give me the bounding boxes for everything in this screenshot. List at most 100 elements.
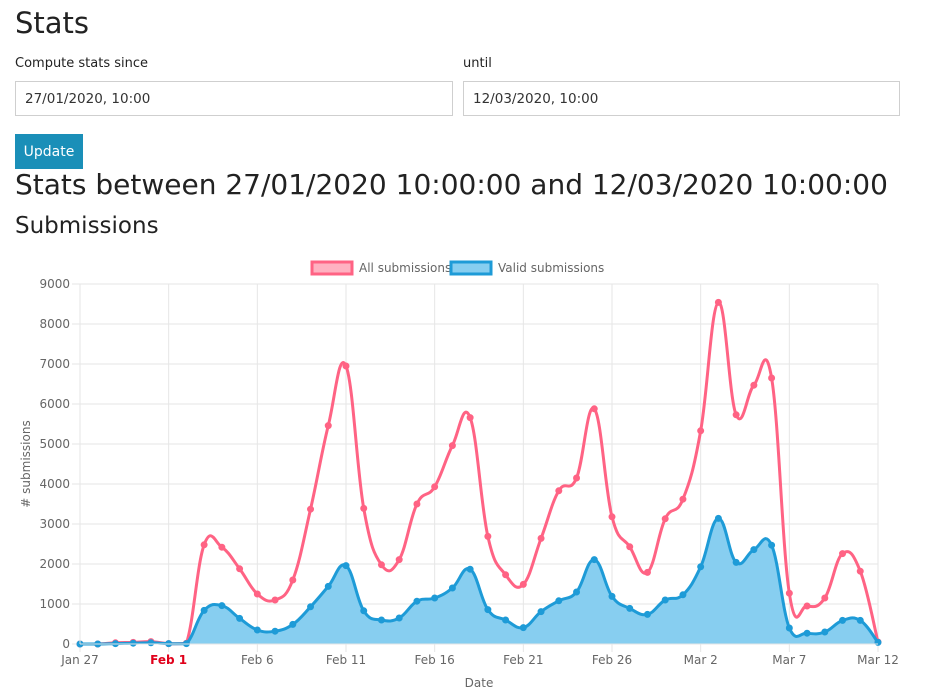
valid-submissions-point [590, 556, 598, 564]
all-submissions-point [732, 411, 740, 419]
x-tick-label: Jan 27 [60, 653, 99, 667]
valid-submissions-point [750, 546, 758, 554]
all-submissions-point [768, 374, 776, 382]
valid-submissions-point [147, 639, 155, 647]
valid-submissions-point [466, 565, 474, 573]
y-tick-label: 4000 [39, 477, 70, 491]
all-submissions-point [519, 580, 527, 588]
valid-submissions-point [573, 588, 581, 596]
all-submissions-point [555, 487, 563, 495]
valid-submissions-point [502, 616, 510, 624]
valid-submissions-point [608, 592, 616, 600]
valid-submissions-point [821, 628, 829, 636]
valid-submissions-point [395, 614, 403, 622]
valid-submissions-point [519, 624, 527, 632]
valid-submissions-point [537, 608, 545, 616]
all-submissions-point [200, 541, 208, 549]
all-submissions-point [750, 381, 758, 389]
valid-submissions-point [839, 616, 847, 624]
valid-submissions-legend-swatch [449, 260, 493, 276]
valid-submissions-area [80, 518, 878, 644]
valid-submissions-point [643, 610, 651, 618]
y-tick-label: 2000 [39, 557, 70, 571]
submissions-chart: 0 1000 2000 3000 4000 5000 6000 7000 8000 9000 Jan… [0, 252, 926, 696]
valid-submissions-point [626, 604, 634, 612]
all-submissions-point [856, 567, 864, 575]
all-submissions-point [466, 414, 474, 422]
y-tick-label: 8000 [39, 317, 70, 331]
valid-submissions-point [307, 603, 315, 611]
y-tick-label: 7000 [39, 357, 70, 371]
y-tick-label: 0 [62, 637, 70, 651]
valid-submissions-point [413, 597, 421, 605]
x-tick-label: Mar 2 [684, 653, 718, 667]
valid-submissions-point [129, 639, 137, 647]
x-tick-label: Feb 26 [592, 653, 632, 667]
valid-submissions-point [484, 606, 492, 614]
all-submissions-point [431, 483, 439, 491]
range-heading: Stats between 27/01/2020 10:00:00 and 12… [15, 168, 888, 201]
y-tick-label: 6000 [39, 397, 70, 411]
all-submissions-point [821, 594, 829, 602]
x-tick-label: Feb 11 [326, 653, 366, 667]
all-submissions-point [679, 495, 687, 503]
all-submissions-point [413, 500, 421, 508]
all-submissions-point [218, 543, 226, 551]
valid-submissions-point [377, 616, 385, 624]
until-input[interactable] [463, 81, 900, 116]
valid-submissions-point [271, 627, 279, 635]
valid-submissions-point [200, 606, 208, 614]
page-title: Stats [15, 6, 90, 40]
all-submissions-point [608, 513, 616, 521]
all-submissions-point [307, 505, 315, 513]
valid-submissions-point [661, 596, 669, 604]
all-submissions-point [236, 565, 244, 573]
all-submissions-point [714, 298, 722, 306]
all-submissions-point [484, 532, 492, 540]
valid-submissions-point [431, 594, 439, 602]
all-submissions-point [643, 568, 651, 576]
all-submissions-point [573, 474, 581, 482]
valid-submissions-point [856, 616, 864, 624]
valid-submissions-point [289, 620, 297, 628]
y-tick-label: 5000 [39, 437, 70, 451]
all-submissions-point [395, 556, 403, 564]
valid-submissions-point [555, 597, 563, 605]
valid-submissions-point [732, 558, 740, 566]
all-submissions-point [661, 515, 669, 523]
submissions-heading: Submissions [15, 213, 159, 239]
all-submissions-legend-swatch [310, 260, 354, 276]
all-submissions-point [590, 405, 598, 413]
y-tick-label: 3000 [39, 517, 70, 531]
valid-submissions-point [360, 607, 368, 615]
since-input[interactable] [15, 81, 453, 116]
valid-submissions-point [679, 591, 687, 599]
valid-submissions-point [342, 562, 350, 570]
valid-submissions-point [448, 584, 456, 592]
all-submissions-point [377, 561, 385, 569]
y-tick-label: 9000 [39, 277, 70, 291]
valid-submissions-point [768, 541, 776, 549]
all-submissions-point [537, 534, 545, 542]
y-axis-title: # submissions [19, 420, 33, 507]
valid-submissions-point [236, 614, 244, 622]
valid-submissions-point [714, 514, 722, 522]
until-label: until [463, 56, 492, 71]
all-submissions-point [289, 576, 297, 584]
x-tick-label: Feb 16 [414, 653, 454, 667]
all-submissions-point [839, 550, 847, 558]
all-submissions-point [342, 362, 350, 370]
all-submissions-point [448, 442, 456, 450]
valid-submissions-point [324, 582, 332, 590]
x-tick-label: Feb 21 [503, 653, 543, 667]
x-axis-title: Date [465, 676, 494, 690]
all-submissions-point [697, 427, 705, 435]
all-submissions-point [502, 571, 510, 579]
y-tick-label: 1000 [39, 597, 70, 611]
all-submissions-point [803, 602, 811, 610]
all-submissions-point [360, 504, 368, 512]
all-submissions-legend-label: All submissions [359, 261, 451, 275]
update-button[interactable]: Update [15, 134, 83, 169]
valid-submissions-point [253, 626, 261, 634]
valid-submissions-point [803, 629, 811, 637]
